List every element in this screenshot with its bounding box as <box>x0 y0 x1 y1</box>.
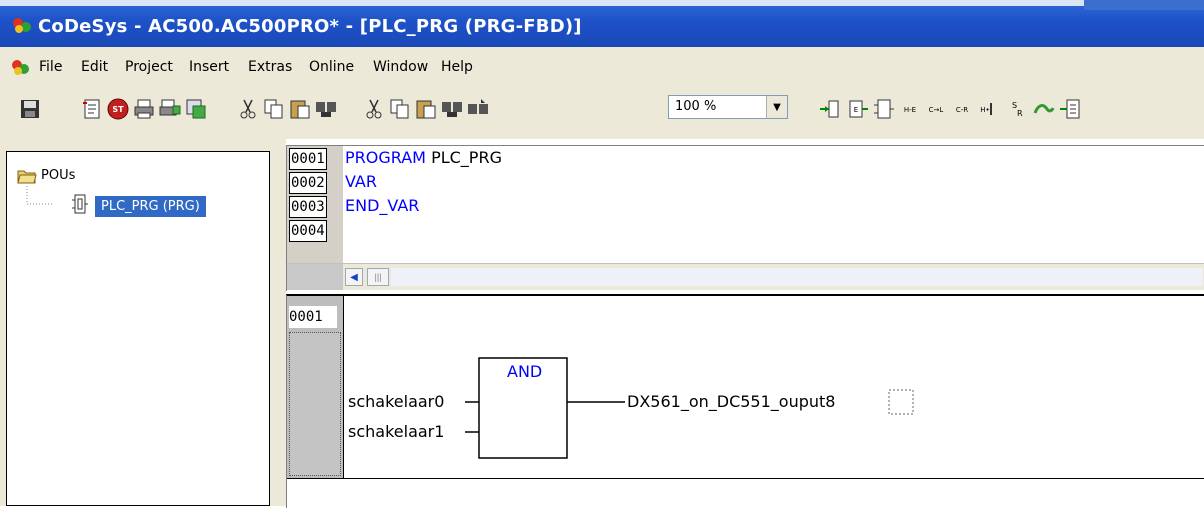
zoom-value: 100 % <box>675 99 717 114</box>
title-top-strip <box>0 0 1204 10</box>
tree-connector <box>26 186 53 205</box>
keyword: END_VAR <box>345 196 420 215</box>
cut-icon[interactable] <box>236 97 260 121</box>
declaration-editor[interactable]: 0001 0002 0003 0004 PROGRAM PLC_PRG VAR … <box>286 145 1204 291</box>
find-next-icon[interactable] <box>314 97 338 121</box>
save-icon[interactable] <box>18 97 42 121</box>
menu-help[interactable]: Help <box>438 59 476 75</box>
output-variable[interactable]: DX561_on_DC551_ouput8 <box>627 392 835 411</box>
box-icon[interactable] <box>872 97 896 121</box>
code-line-2[interactable]: VAR <box>345 172 377 192</box>
folder-open-icon[interactable] <box>17 168 37 184</box>
replace-icon[interactable] <box>466 97 490 121</box>
print-setup-icon[interactable] <box>158 97 182 121</box>
print-icon[interactable] <box>132 97 156 121</box>
output-icon[interactable]: E <box>846 97 870 121</box>
menu-online[interactable]: Online <box>306 59 357 75</box>
menu-insert[interactable]: Insert <box>186 59 232 75</box>
input-schakelaar1[interactable]: schakelaar1 <box>348 422 444 441</box>
menu-window[interactable]: Window <box>370 59 431 75</box>
pou-tree[interactable]: POUs PLC_PRG (PRG) <box>6 151 270 506</box>
find-icon-2[interactable] <box>440 97 464 121</box>
svg-text:H•: H• <box>980 106 989 114</box>
toolbar: ST 100 % ▼ E H-E C→L C-R H• S R <box>0 87 1204 139</box>
copy-icon[interactable] <box>262 97 286 121</box>
svg-text:C-R: C-R <box>956 106 968 114</box>
negated-coil-icon[interactable]: C-R <box>950 97 974 121</box>
scroll-track[interactable] <box>391 268 1203 286</box>
svg-text:R: R <box>1017 109 1023 118</box>
svg-text:E: E <box>854 106 858 114</box>
scroll-thumb[interactable]: ||| <box>367 268 389 286</box>
tree-item-pous[interactable]: POUs <box>41 168 75 183</box>
program-pou-icon <box>72 194 88 214</box>
horizontal-scrollbar[interactable]: ◀ ||| <box>287 263 1204 290</box>
return-icon[interactable] <box>1032 97 1056 121</box>
identifier: PLC_PRG <box>425 148 502 167</box>
menu-project[interactable]: Project <box>122 59 176 75</box>
title-bar: CoDeSys - AC500.AC500PRO* - [PLC_PRG (PR… <box>0 0 1204 47</box>
paste-icon-2[interactable] <box>414 97 438 121</box>
fbd-editor[interactable]: 0001 AND schakelaar0 schakelaar1 DX561_o… <box>286 294 1204 508</box>
declare-icon[interactable] <box>80 97 104 121</box>
line-number: 0003 <box>289 196 327 218</box>
comment-icon[interactable] <box>1058 97 1082 121</box>
cut-icon-2[interactable] <box>362 97 386 121</box>
and-block-label[interactable]: AND <box>507 362 542 381</box>
set-reset-icon[interactable]: SR <box>1004 97 1028 121</box>
line-number: 0001 <box>289 148 327 170</box>
paste-icon[interactable] <box>288 97 312 121</box>
svg-text:H-E: H-E <box>904 106 916 114</box>
scroll-left-icon[interactable]: ◀ <box>345 268 363 286</box>
svg-text:C→L: C→L <box>929 106 944 114</box>
keyword: PROGRAM <box>345 148 426 167</box>
menu-bar: File Edit Project Insert Extras Online W… <box>0 47 1204 87</box>
output-placeholder-box[interactable] <box>888 389 914 415</box>
object-organizer-panel: POUs PLC_PRG (PRG) <box>0 139 278 506</box>
svg-text:ST: ST <box>112 105 124 114</box>
chevron-down-icon[interactable]: ▼ <box>766 96 787 118</box>
line-number: 0004 <box>289 220 327 242</box>
contact-icon[interactable]: H-E <box>898 97 922 121</box>
code-line-1[interactable]: PROGRAM PLC_PRG <box>345 148 502 168</box>
tree-item-plc-prg[interactable]: PLC_PRG (PRG) <box>95 196 206 217</box>
stop-icon[interactable]: ST <box>106 97 130 121</box>
panel-splitter[interactable] <box>278 139 286 506</box>
copy-icon-2[interactable] <box>388 97 412 121</box>
jump-icon[interactable]: H• <box>976 97 1000 121</box>
keyword: VAR <box>345 172 377 191</box>
code-line-3[interactable]: END_VAR <box>345 196 419 216</box>
input-icon[interactable] <box>818 97 842 121</box>
declaration-line-numbers: 0001 0002 0003 0004 <box>287 146 343 263</box>
zoom-select[interactable]: 100 % ▼ <box>668 95 788 119</box>
find-icon[interactable] <box>184 97 208 121</box>
window-title: CoDeSys - AC500.AC500PRO* - [PLC_PRG (PR… <box>38 16 582 37</box>
menu-extras[interactable]: Extras <box>245 59 295 75</box>
menu-file[interactable]: File <box>36 59 65 75</box>
line-number: 0002 <box>289 172 327 194</box>
input-schakelaar0[interactable]: schakelaar0 <box>348 392 444 411</box>
document-system-menu-icon[interactable] <box>10 59 32 77</box>
codesys-app-icon[interactable] <box>10 16 34 34</box>
menu-edit[interactable]: Edit <box>78 59 111 75</box>
coil-icon[interactable]: C→L <box>924 97 948 121</box>
